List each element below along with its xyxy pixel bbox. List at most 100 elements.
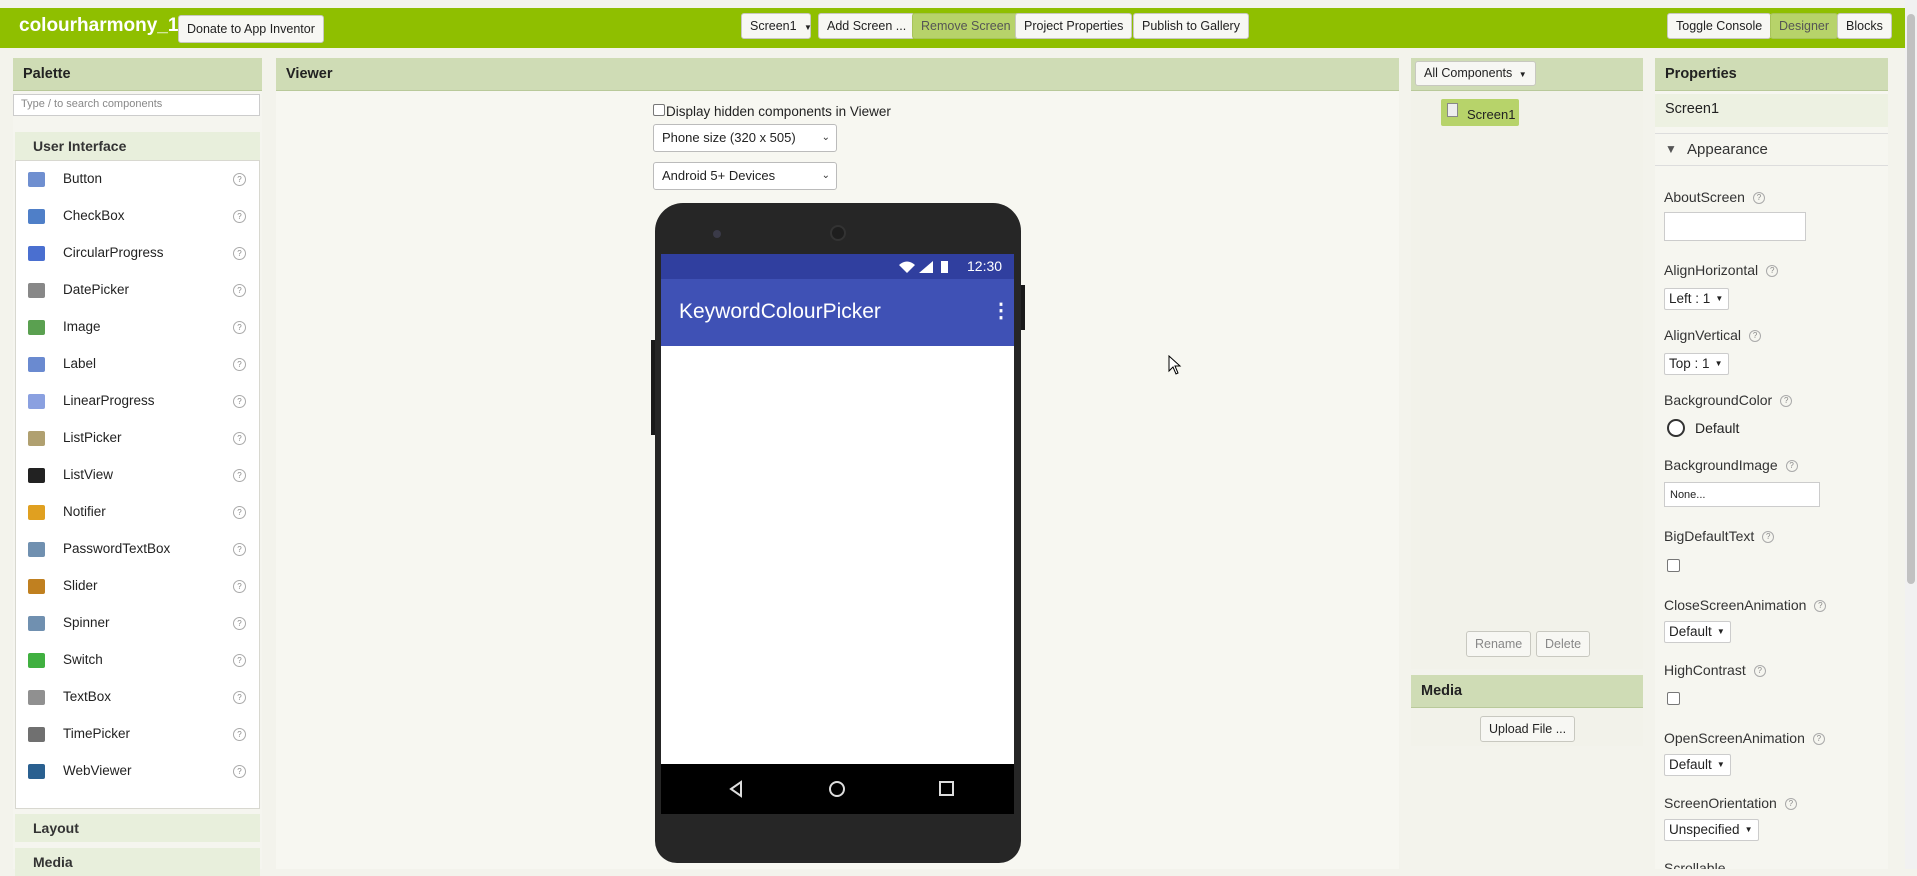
palette-item[interactable]: Switch?	[16, 642, 259, 679]
status-time: 12:30	[967, 258, 1003, 274]
tree-item-screen1[interactable]: Screen1	[1441, 99, 1519, 126]
media-header: Media	[1411, 675, 1643, 708]
help-icon[interactable]: ?	[233, 284, 246, 297]
help-icon[interactable]: ?	[1762, 531, 1775, 544]
palette-item[interactable]: LinearProgress?	[16, 383, 259, 420]
phone-size-select[interactable]: Phone size (320 x 505) ⌄	[653, 124, 837, 152]
project-properties-button[interactable]: Project Properties	[1015, 13, 1133, 39]
background-color-value[interactable]: Default	[1695, 420, 1739, 436]
help-icon[interactable]: ?	[233, 691, 246, 704]
help-icon[interactable]: ?	[1752, 192, 1765, 205]
prop-orientation-label: ScreenOrientation	[1664, 795, 1777, 811]
palette-item[interactable]: TimePicker?	[16, 716, 259, 753]
align-horizontal-select[interactable]: Left : 1 ▼	[1664, 288, 1730, 310]
help-icon[interactable]: ?	[1766, 265, 1779, 278]
background-image-input[interactable]: None...	[1664, 482, 1820, 507]
help-icon[interactable]: ?	[233, 395, 246, 408]
palette-item[interactable]: CircularProgress?	[16, 235, 259, 272]
remove-screen-button[interactable]: Remove Screen	[912, 13, 1020, 39]
chevron-down-icon: ▼	[1714, 359, 1723, 368]
align-vertical-value: Top : 1	[1669, 356, 1710, 371]
checkbox-icon	[28, 209, 45, 224]
rename-button[interactable]: Rename	[1466, 631, 1532, 657]
palette-item[interactable]: CheckBox?	[16, 198, 259, 235]
properties-panel	[1655, 91, 1888, 869]
palette-item[interactable]: Spinner?	[16, 605, 259, 642]
open-animation-select[interactable]: Default ▼	[1664, 754, 1731, 776]
palette-item[interactable]: WebViewer?	[16, 753, 259, 790]
prop-about-screen: AboutScreen?	[1664, 189, 1765, 205]
help-icon[interactable]: ?	[233, 506, 246, 519]
help-icon[interactable]: ?	[233, 358, 246, 371]
viewer-header: Viewer	[276, 58, 1399, 91]
screen-select-label: Screen1	[750, 19, 797, 33]
help-icon[interactable]: ?	[1812, 733, 1825, 746]
phone-volume-button	[1021, 285, 1025, 330]
front-camera-icon	[713, 230, 721, 238]
palette-item[interactable]: TextBox?	[16, 679, 259, 716]
help-icon[interactable]: ?	[1753, 665, 1766, 678]
orientation-select[interactable]: Unspecified ▼	[1664, 819, 1759, 841]
help-icon[interactable]: ?	[233, 432, 246, 445]
help-icon[interactable]: ?	[233, 580, 246, 593]
publish-gallery-button[interactable]: Publish to Gallery	[1133, 13, 1249, 39]
blocks-button[interactable]: Blocks	[1837, 13, 1892, 39]
all-components-select[interactable]: All Components ▼	[1415, 61, 1536, 86]
chevron-down-icon: ▼	[1716, 627, 1725, 636]
palette-item[interactable]: ListView?	[16, 457, 259, 494]
delete-button[interactable]: Delete	[1536, 631, 1591, 657]
help-icon[interactable]: ?	[1785, 460, 1798, 473]
help-icon[interactable]: ?	[1814, 600, 1827, 613]
help-icon[interactable]: ?	[233, 173, 246, 186]
help-icon[interactable]: ?	[233, 765, 246, 778]
upload-file-button[interactable]: Upload File ...	[1480, 716, 1576, 742]
scrollbar-thumb[interactable]	[1907, 14, 1915, 584]
timepicker-icon	[28, 727, 45, 742]
donate-button[interactable]: Donate to App Inventor	[178, 15, 324, 43]
color-swatch-icon[interactable]	[1667, 419, 1685, 437]
big-default-text-checkbox[interactable]	[1667, 559, 1680, 572]
help-icon[interactable]: ?	[1749, 330, 1762, 343]
category-layout[interactable]: Layout	[15, 814, 260, 842]
add-screen-button[interactable]: Add Screen ...	[818, 13, 916, 39]
help-icon[interactable]: ?	[233, 247, 246, 260]
palette-item[interactable]: Notifier?	[16, 494, 259, 531]
display-hidden-checkbox[interactable]	[653, 104, 665, 116]
category-media[interactable]: Media	[15, 848, 260, 876]
about-screen-textarea[interactable]	[1664, 212, 1806, 241]
prop-open-screen-animation: OpenScreenAnimation?	[1664, 730, 1825, 746]
align-vertical-select[interactable]: Top : 1 ▼	[1664, 353, 1729, 375]
help-icon[interactable]: ?	[1784, 798, 1797, 811]
designer-button[interactable]: Designer	[1770, 13, 1839, 39]
chevron-down-icon: ⌄	[821, 132, 830, 143]
palette-item[interactable]: Image?	[16, 309, 259, 346]
high-contrast-checkbox[interactable]	[1667, 692, 1680, 705]
listview-icon	[28, 468, 45, 483]
prop-align-vertical: AlignVertical?	[1664, 327, 1762, 343]
palette-item[interactable]: DatePicker?	[16, 272, 259, 309]
help-icon[interactable]: ?	[233, 321, 246, 334]
palette-item[interactable]: Label?	[16, 346, 259, 383]
palette-item[interactable]: Slider?	[16, 568, 259, 605]
help-icon[interactable]: ?	[233, 617, 246, 630]
help-icon[interactable]: ?	[233, 728, 246, 741]
close-animation-select[interactable]: Default ▼	[1664, 621, 1731, 643]
toggle-console-button[interactable]: Toggle Console	[1667, 13, 1772, 39]
help-icon[interactable]: ?	[233, 210, 246, 223]
category-user-interface[interactable]: User Interface	[15, 132, 260, 160]
prop-align-vertical-label: AlignVertical	[1664, 327, 1742, 343]
help-icon[interactable]: ?	[233, 469, 246, 482]
palette-item[interactable]: PasswordTextBox?	[16, 531, 259, 568]
screen-select[interactable]: Screen1 ▼	[741, 13, 812, 39]
palette-item[interactable]: ListPicker?	[16, 420, 259, 457]
help-icon[interactable]: ?	[233, 543, 246, 556]
appearance-section[interactable]: ▼ Appearance	[1655, 133, 1888, 166]
prop-scrollable-partial: Scrollable	[1664, 860, 1726, 869]
palette-search-input[interactable]: Type / to search components	[13, 94, 260, 116]
palette-item[interactable]: Button?	[16, 161, 259, 198]
listpicker-icon	[28, 431, 45, 446]
device-select[interactable]: Android 5+ Devices ⌄	[653, 162, 837, 190]
help-icon[interactable]: ?	[233, 654, 246, 667]
slider-icon	[28, 579, 45, 594]
help-icon[interactable]: ?	[1780, 395, 1793, 408]
